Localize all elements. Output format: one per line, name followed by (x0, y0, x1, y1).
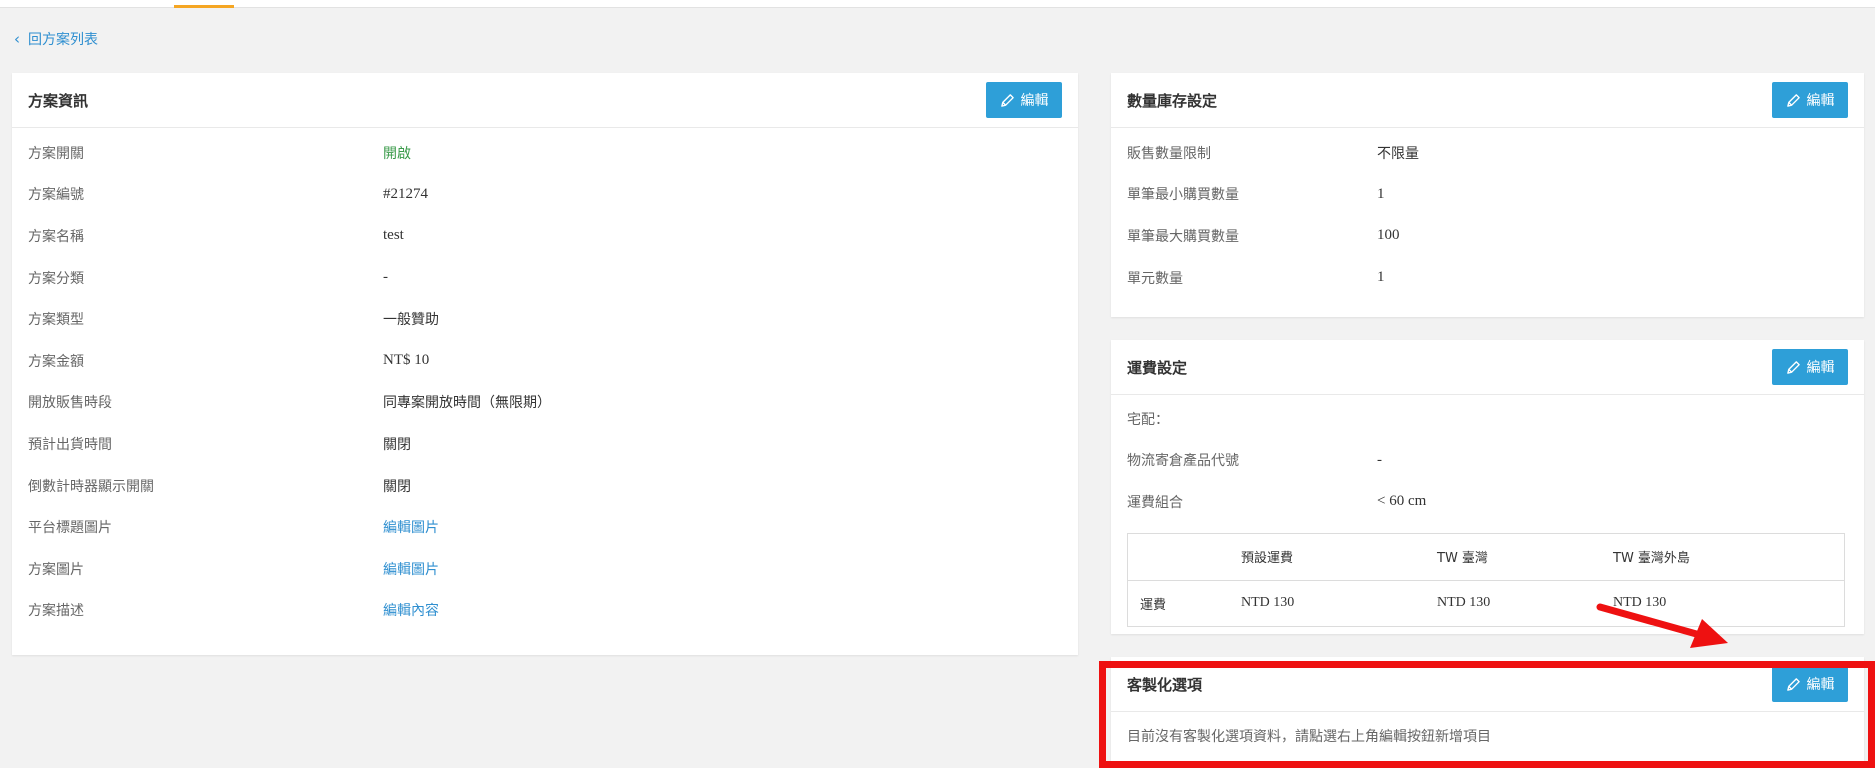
shipping-title: 運費設定 (1127, 358, 1188, 377)
row-value: 一般贊助 (383, 312, 439, 329)
stock-edit-button[interactable]: 編輯 (1772, 82, 1848, 118)
custom-header: 客製化選項 編輯 (1111, 657, 1864, 712)
row-key: 宅配： (1127, 411, 1169, 428)
row-value: < 60 cm (1377, 493, 1427, 510)
pencil-icon (1786, 677, 1800, 691)
table-header: 預設運費 (1241, 551, 1294, 567)
row-key: 單元數量 (1127, 270, 1183, 287)
plan-row-ship-time: 預計出貨時間 關閉 (12, 423, 1078, 465)
row-key: 方案名稱 (28, 228, 84, 245)
row-key: 方案圖片 (28, 561, 84, 578)
plan-info-card: 方案資訊 編輯 方案開關 開啟 方案編號 #21274 方案名稱 test 方案分類 -… (12, 73, 1078, 655)
row-value: - (1377, 451, 1382, 468)
row-value: 不限量 (1377, 145, 1419, 162)
stock-row-max: 單筆最大購買數量 100 (1111, 215, 1864, 257)
plan-row-amount: 方案金額 NT$ 10 (12, 340, 1078, 382)
plan-row-status: 方案開關 開啟 (12, 132, 1078, 174)
row-key: 方案編號 (28, 187, 84, 204)
back-to-plan-list-link[interactable]: ‹ 回方案列表 (14, 29, 98, 49)
row-value: NT$ 10 (383, 352, 430, 369)
row-key: 方案類型 (28, 312, 84, 329)
row-key: 單筆最小購買數量 (1127, 187, 1239, 204)
pencil-icon (1000, 93, 1014, 107)
stock-row-unit: 單元數量 1 (1111, 257, 1864, 299)
row-key: 方案金額 (28, 353, 84, 370)
table-row: 運費 NTD 130 NTD 130 NTD 130 (1128, 579, 1844, 626)
plan-row-id: 方案編號 #21274 (12, 174, 1078, 216)
shipping-settings-card: 運費設定 編輯 宅配： 物流寄倉產品代號 - 運費組合 < 60 cm 預設運費 T… (1111, 340, 1864, 634)
stock-row-min: 單筆最小購買數量 1 (1111, 174, 1864, 216)
stock-row-limit: 販售數量限制 不限量 (1111, 132, 1864, 174)
plan-row-name: 方案名稱 test (12, 215, 1078, 257)
shipping-header: 運費設定 編輯 (1111, 340, 1864, 395)
table-cell: 運費 (1140, 597, 1167, 613)
stock-title: 數量庫存設定 (1127, 91, 1218, 110)
table-cell: NTD 130 (1437, 595, 1491, 611)
row-value: test (383, 227, 404, 244)
edit-title-image-link[interactable]: 編輯圖片 (383, 517, 439, 537)
plan-row-title-image: 平台標題圖片 編輯圖片 (12, 506, 1078, 548)
edit-description-link[interactable]: 編輯內容 (383, 600, 439, 620)
row-key: 預計出貨時間 (28, 436, 112, 453)
row-key: 方案描述 (28, 603, 84, 620)
row-value: 關閉 (383, 478, 411, 495)
row-key: 倒數計時器顯示開關 (28, 478, 154, 495)
row-value: - (383, 269, 388, 286)
plan-row-description: 方案描述 編輯內容 (12, 590, 1078, 632)
row-value: 關閉 (383, 436, 411, 453)
row-key: 物流寄倉產品代號 (1127, 453, 1239, 470)
plan-row-type: 方案類型 一般贊助 (12, 298, 1078, 340)
row-key: 方案分類 (28, 270, 84, 287)
row-key: 運費組合 (1127, 494, 1183, 511)
chevron-left-icon: ‹ (14, 29, 20, 48)
active-tab-indicator (174, 5, 234, 8)
edit-button-label: 編輯 (1806, 677, 1835, 693)
edit-button-label: 編輯 (1806, 93, 1835, 109)
stock-settings-card: 數量庫存設定 編輯 販售數量限制 不限量 單筆最小購買數量 1 單筆最大購買數量 10… (1111, 73, 1864, 317)
custom-edit-button[interactable]: 編輯 (1772, 666, 1848, 702)
edit-button-label: 編輯 (1806, 360, 1835, 376)
plan-info-header: 方案資訊 編輯 (12, 73, 1078, 128)
empty-state-message: 目前沒有客製化選項資料，請點選右上角編輯按鈕新增項目 (1127, 729, 1491, 745)
plan-row-category: 方案分類 - (12, 257, 1078, 299)
table-cell: NTD 130 (1241, 595, 1295, 611)
plan-status-value: 開啟 (383, 145, 411, 162)
row-key: 平台標題圖片 (28, 520, 112, 537)
table-cell: NTD 130 (1613, 595, 1667, 611)
table-header-row: 預設運費 TW 臺灣 TW 臺灣外島 (1128, 534, 1844, 580)
custom-title: 客製化選項 (1127, 675, 1203, 694)
shipping-row-sku: 物流寄倉產品代號 - (1111, 440, 1864, 482)
custom-options-card: 客製化選項 編輯 目前沒有客製化選項資料，請點選右上角編輯按鈕新增項目 (1111, 657, 1864, 761)
plan-row-countdown: 倒數計時器顯示開關 關閉 (12, 465, 1078, 507)
row-key: 開放販售時段 (28, 395, 112, 412)
table-header: TW 臺灣 (1437, 551, 1488, 567)
row-key: 單筆最大購買數量 (1127, 228, 1239, 245)
shipping-fee-table: 預設運費 TW 臺灣 TW 臺灣外島 運費 NTD 130 NTD 130 NT… (1127, 532, 1845, 627)
row-value: #21274 (383, 185, 428, 202)
table-header: TW 臺灣外島 (1613, 551, 1690, 567)
shipping-row-home: 宅配： (1111, 398, 1864, 440)
shipping-edit-button[interactable]: 編輯 (1772, 349, 1848, 385)
edit-button-label: 編輯 (1020, 93, 1049, 109)
row-value: 1 (1377, 269, 1385, 286)
row-value: 1 (1377, 185, 1385, 202)
pencil-icon (1786, 93, 1800, 107)
plan-info-title: 方案資訊 (28, 91, 89, 110)
edit-plan-image-link[interactable]: 編輯圖片 (383, 559, 439, 579)
row-key: 方案開關 (28, 145, 84, 162)
stock-header: 數量庫存設定 編輯 (1111, 73, 1864, 128)
row-key: 販售數量限制 (1127, 145, 1211, 162)
top-tab-bar (0, 0, 1875, 8)
plan-info-edit-button[interactable]: 編輯 (986, 82, 1062, 118)
back-link-label: 回方案列表 (28, 32, 98, 48)
plan-row-plan-image: 方案圖片 編輯圖片 (12, 548, 1078, 590)
row-value: 100 (1377, 227, 1400, 244)
row-value: 同專案開放時間（無限期） (383, 395, 551, 412)
plan-row-sale-period: 開放販售時段 同專案開放時間（無限期） (12, 382, 1078, 424)
shipping-row-combo: 運費組合 < 60 cm (1111, 481, 1864, 523)
pencil-icon (1786, 360, 1800, 374)
